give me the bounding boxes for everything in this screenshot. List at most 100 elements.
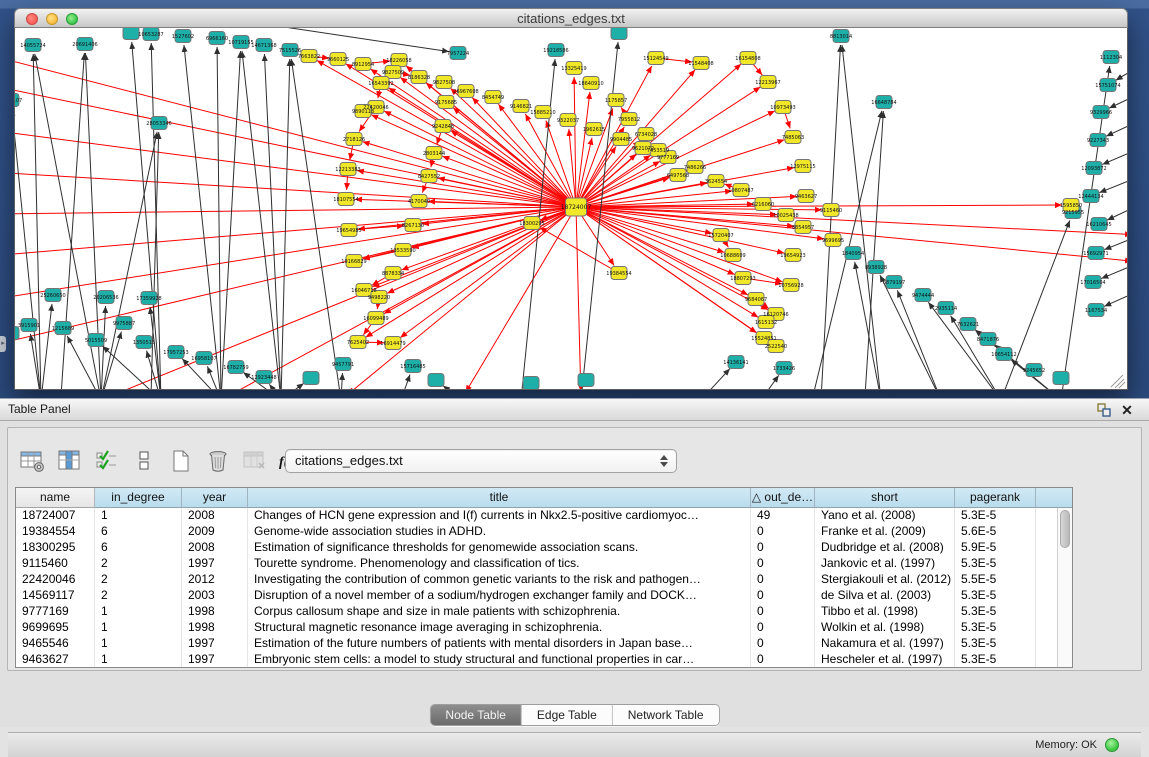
graph-node[interactable]	[578, 374, 594, 387]
graph-edge[interactable]	[33, 54, 41, 389]
graph-edge[interactable]	[1116, 65, 1127, 80]
table-settings-icon[interactable]	[18, 447, 48, 475]
graph-edge[interactable]	[401, 374, 410, 389]
remove-table-icon[interactable]	[240, 447, 270, 475]
float-panel-icon[interactable]	[1097, 403, 1111, 417]
tab-network-table[interactable]: Network Table	[613, 705, 719, 725]
graph-edge[interactable]	[576, 207, 1127, 235]
cell-short: Jankovic et al. (1997)	[815, 556, 955, 572]
table-row[interactable]: 1938455462009Genome-wide association stu…	[16, 524, 1072, 540]
graph-edge[interactable]	[1106, 120, 1127, 136]
graph-node[interactable]	[428, 374, 444, 387]
graph-node[interactable]	[303, 372, 319, 385]
graph-edge[interactable]	[291, 59, 341, 389]
table-panel: Table Panel ✕ f(x) citations_edges.txt n…	[0, 398, 1149, 727]
delete-table-icon[interactable]	[203, 447, 233, 475]
cell-out_de: 0	[751, 524, 815, 540]
graph-edge[interactable]	[400, 207, 576, 338]
cell-short: Stergiakouli et al. (2012)	[815, 572, 955, 588]
graph-edge[interactable]	[701, 369, 730, 389]
graph-edge[interactable]	[466, 207, 576, 389]
graph-node-label: 2053107	[15, 98, 22, 104]
graph-edge[interactable]	[1099, 176, 1127, 193]
graph-edge[interactable]	[242, 51, 281, 389]
table-scrollbar[interactable]	[1057, 508, 1072, 667]
cell-name: 22420046	[16, 572, 95, 588]
graph-edge[interactable]	[281, 383, 304, 389]
graph-edge[interactable]	[842, 45, 881, 389]
graph-edge[interactable]	[1104, 235, 1127, 250]
tab-edge-table[interactable]: Edge Table	[522, 705, 613, 725]
dropdown-arrows-icon	[660, 453, 669, 469]
column-header-short[interactable]: short	[815, 488, 955, 508]
new-table-icon[interactable]	[166, 447, 196, 475]
graph-edge[interactable]	[15, 207, 576, 214]
graph-edge[interactable]	[576, 138, 592, 207]
graph-edge[interactable]	[451, 131, 576, 207]
row-layout-icon[interactable]	[129, 447, 159, 475]
graph-node[interactable]	[1053, 372, 1069, 385]
table-panel-title: Table Panel	[8, 399, 71, 420]
close-panel-icon[interactable]: ✕	[1119, 401, 1135, 419]
graph-edge[interactable]	[221, 51, 240, 389]
table-row[interactable]: 969969511998Structural magnetic resonanc…	[16, 620, 1072, 636]
network-canvas[interactable]: 1872400714055724206914061065328715276026…	[14, 28, 1128, 390]
graph-node-label: 7957224	[447, 51, 469, 57]
graph-edge[interactable]	[540, 227, 619, 273]
window-titlebar[interactable]: citations_edges.txt	[14, 8, 1128, 28]
cell-in_degree: 1	[95, 604, 182, 620]
column-header-in_degree[interactable]: in_degree	[95, 488, 182, 508]
column-header-year[interactable]: year	[182, 488, 248, 508]
graph-edge[interactable]	[61, 53, 84, 389]
graph-edge[interactable]	[1107, 204, 1127, 220]
graph-node-label: 28053346	[146, 121, 171, 127]
graph-node[interactable]	[123, 28, 139, 40]
tab-node-table[interactable]: Node Table	[430, 705, 522, 725]
graph-edge[interactable]	[1109, 93, 1127, 108]
graph-edge[interactable]	[1104, 290, 1127, 306]
table-row[interactable]: 1456911722003Disruption of a novel membe…	[16, 588, 1072, 604]
graph-edge[interactable]	[41, 304, 52, 389]
table-row[interactable]: 2242004622012Investigating the contribut…	[16, 572, 1072, 588]
table-row[interactable]: 946362711997Embryonic stem cells: a mode…	[16, 652, 1072, 668]
graph-node-label: 18807293	[730, 276, 755, 282]
graph-edge[interactable]	[281, 59, 290, 389]
graph-edge[interactable]	[576, 155, 651, 207]
column-header-title[interactable]: title	[248, 488, 751, 508]
graph-edge[interactable]	[443, 386, 461, 389]
graph-edge[interactable]	[576, 70, 695, 207]
column-header-pagerank[interactable]: pagerank	[955, 488, 1036, 508]
graph-edge[interactable]	[1102, 148, 1127, 164]
window-resize-grip[interactable]	[1111, 375, 1125, 388]
graph-node-label: 19654985	[336, 228, 361, 234]
cell-in_degree: 2	[95, 556, 182, 572]
graph-edge[interactable]	[15, 207, 576, 255]
cell-year: 2009	[182, 524, 248, 540]
table-row[interactable]: 977716911998Corpus callosum shape and si…	[16, 604, 1072, 620]
graph-edge[interactable]	[341, 373, 343, 389]
table-scrollbar-thumb[interactable]	[1060, 510, 1070, 548]
graph-edge[interactable]	[101, 132, 157, 389]
table-row[interactable]: 1872400712008Changes of HCN gene express…	[16, 508, 1072, 524]
graph-edge[interactable]	[576, 207, 581, 389]
graph-edge[interactable]	[15, 57, 576, 207]
graph-edge[interactable]	[184, 45, 221, 389]
table-row[interactable]: 1830029562008Estimation of significance …	[16, 540, 1072, 556]
graph-edge[interactable]	[576, 207, 758, 317]
graph-edge[interactable]	[1101, 262, 1127, 279]
select-columns-icon[interactable]	[92, 447, 122, 475]
graph-edge[interactable]	[442, 156, 576, 207]
column-header-out_de[interactable]: △ out_de…	[751, 488, 815, 508]
table-selector-dropdown[interactable]: citations_edges.txt	[285, 449, 677, 473]
graph-node[interactable]	[523, 377, 539, 390]
graph-edge[interactable]	[761, 375, 779, 389]
graph-edge[interactable]	[865, 111, 883, 389]
graph-node[interactable]	[611, 28, 627, 40]
column-header-name[interactable]: name	[16, 488, 95, 508]
show-columns-icon[interactable]	[55, 447, 85, 475]
graph-edge[interactable]	[264, 54, 281, 389]
table-row[interactable]: 911546021997Tourette syndrome. Phenomeno…	[16, 556, 1072, 572]
panel-collapse-handle[interactable]: ▸	[0, 336, 6, 352]
table-row[interactable]: 946554611997Estimation of the future num…	[16, 636, 1072, 652]
graph-edge[interactable]	[217, 47, 221, 389]
